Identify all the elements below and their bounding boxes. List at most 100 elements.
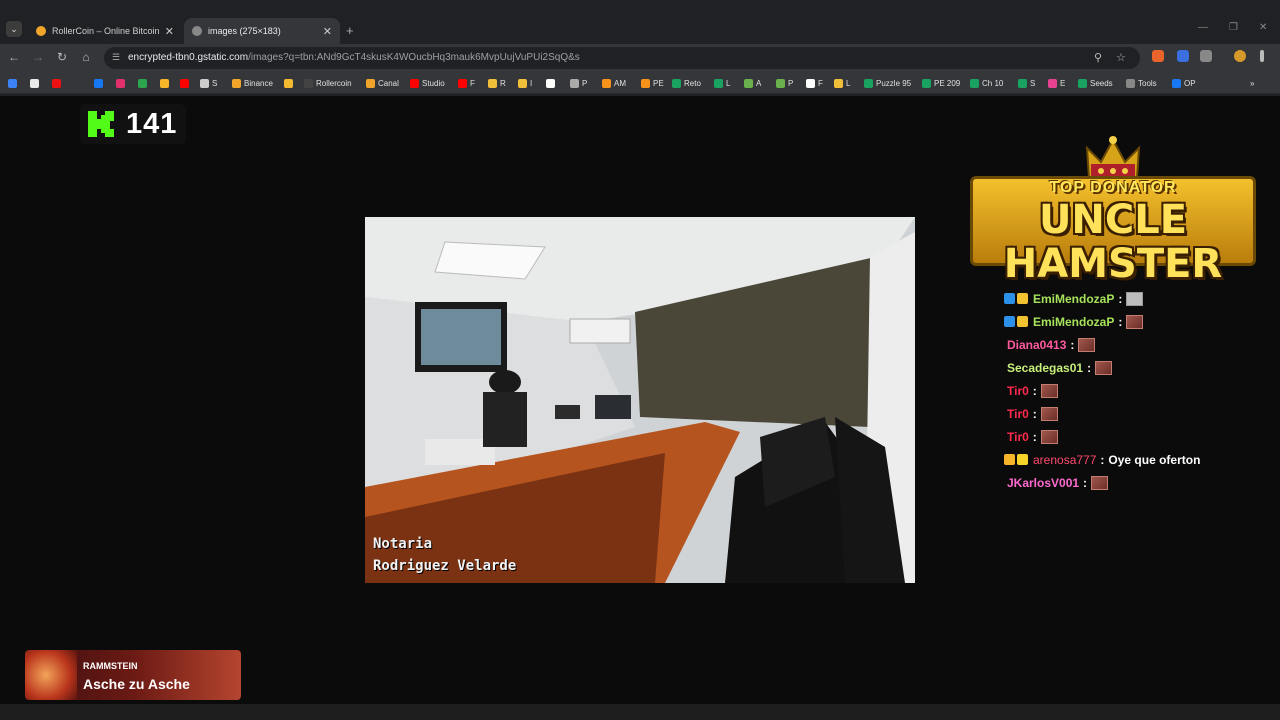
bookmark-favicon-icon [1048,78,1057,88]
bookmark-favicon-icon [410,78,419,88]
bookmark-favicon-icon [672,78,681,88]
bookmark-favicon-icon [138,78,147,88]
kick-logo-icon [86,109,116,139]
bookmark-item[interactable]: Canal [366,76,399,90]
home-icon[interactable]: ⌂ [78,50,94,64]
chat-username[interactable]: Tir0 [1007,384,1029,398]
bookmark-favicon-icon [30,78,39,88]
bookmark-item[interactable]: I [518,76,532,90]
bookmark-item[interactable] [52,76,64,90]
bookmark-item[interactable] [546,76,558,90]
bookmark-item[interactable]: R [488,76,506,90]
bookmark-item[interactable]: P [570,76,587,90]
bookmark-item[interactable]: P [776,76,793,90]
bookmark-item[interactable]: L [714,76,730,90]
chat-badge-icon [1017,316,1028,327]
bookmark-label: L [726,78,731,88]
chat-separator: : [1032,406,1037,421]
chat-username[interactable]: EmiMendozaP [1033,315,1114,329]
window-close-icon[interactable]: ✕ [1259,22,1267,33]
more-bookmarks-chevron-icon[interactable]: » [1250,76,1254,90]
bookmark-label: PE 209 [934,78,961,88]
chat-message: Secadegas01: [1004,356,1274,379]
address-bar[interactable]: ☰ encrypted-tbn0.gstatic.com/images?q=tb… [104,47,1140,69]
bookmark-favicon-icon [970,78,979,88]
bookmark-item[interactable] [284,76,296,90]
chat-message: Tir0: [1004,425,1274,448]
bookmark-favicon-icon [641,78,650,88]
bookmark-label: E [1060,78,1066,88]
office-photo-illustration [365,217,915,583]
bookmark-item[interactable]: Reto [672,76,701,90]
bookmark-item[interactable]: S [200,76,217,90]
chat-message: Tir0: [1004,402,1274,425]
bookmark-label: OP [1184,78,1196,88]
bookmark-star-icon[interactable]: ☆ [1116,51,1126,64]
bookmark-item[interactable] [116,76,128,90]
bookmark-item[interactable]: A [744,76,761,90]
bookmark-item[interactable] [30,76,42,90]
reload-icon[interactable]: ↻ [54,50,70,64]
bookmark-item[interactable]: Rollercoin [304,76,352,90]
bookmark-item[interactable]: F [806,76,823,90]
bookmark-item[interactable]: PE 209 [922,76,960,90]
tab-bar: ⌄ RollerCoin – Online Bitcoin Min ✕ imag… [0,16,1280,44]
bookmark-item[interactable]: PE [641,76,664,90]
bookmark-favicon-icon [1172,78,1181,88]
url-text[interactable]: encrypted-tbn0.gstatic.com/images?q=tbn:… [128,52,580,63]
address-toolbar: ← → ↻ ⌂ ☰ encrypted-tbn0.gstatic.com/ima… [0,44,1280,72]
chat-username[interactable]: arenosa777 [1033,453,1096,467]
bookmark-item[interactable]: OP [1172,76,1196,90]
bookmark-item[interactable]: AM [602,76,626,90]
bookmark-item[interactable]: Ch 10 [970,76,1003,90]
extensions-puzzle-icon[interactable] [1200,50,1212,62]
bookmark-item[interactable]: S [1018,76,1035,90]
extension-shield-icon[interactable] [1177,50,1189,62]
menu-dots-icon[interactable] [1260,50,1264,62]
top-donator-banner: TOP DONATOR UNCLE HAMSTER [970,134,1256,286]
chat-message: Diana0413: [1004,333,1274,356]
zoom-icon[interactable]: ⚲ [1094,51,1102,64]
bookmark-favicon-icon [602,78,611,88]
back-arrow-icon[interactable]: ← [6,50,22,64]
new-tab-plus-icon[interactable]: + [346,23,354,38]
forward-arrow-icon[interactable]: → [30,50,46,64]
tab-title: images (275×183) [208,26,281,36]
bookmark-favicon-icon [1078,78,1087,88]
tab-search-icon[interactable]: ⌄ [6,21,22,37]
bookmark-item[interactable] [94,76,106,90]
bookmark-item[interactable]: F [458,76,475,90]
extension-fox-icon[interactable] [1152,50,1164,62]
bookmark-item[interactable]: Binance [232,76,273,90]
bookmark-item[interactable] [160,76,172,90]
profile-avatar[interactable] [1234,50,1246,62]
bookmark-favicon-icon [116,78,125,88]
chat-separator: : [1100,452,1105,467]
bookmark-item[interactable]: Puzzle 95 [864,76,911,90]
close-icon[interactable]: ✕ [323,25,332,38]
restore-icon[interactable]: ❐ [1229,22,1238,33]
chat-username[interactable]: EmiMendozaP [1033,292,1114,306]
tab-images[interactable]: images (275×183) ✕ [184,18,340,44]
chat-username[interactable]: Tir0 [1007,407,1029,421]
site-info-icon[interactable]: ☰ [112,52,123,63]
chat-username[interactable]: Secadegas01 [1007,361,1083,375]
top-donator-label: TOP DONATOR [1049,179,1177,196]
bookmark-item[interactable]: Tools [1126,76,1157,90]
bookmark-label: Seeds [1090,78,1113,88]
chat-username[interactable]: JKarlosV001 [1007,476,1079,490]
bookmark-item[interactable]: Seeds [1078,76,1113,90]
chat-username[interactable]: Tir0 [1007,430,1029,444]
chat-emote-icon [1078,337,1096,352]
bookmark-item[interactable]: Studio [410,76,445,90]
bookmark-item[interactable] [180,76,192,90]
bookmark-item[interactable] [138,76,150,90]
chat-username[interactable]: Diana0413 [1007,338,1066,352]
minimize-icon[interactable]: — [1198,22,1208,33]
close-icon[interactable]: ✕ [165,25,174,38]
bookmark-item[interactable]: E [1048,76,1065,90]
bookmark-item[interactable]: L [834,76,850,90]
tab-rollercoin[interactable]: RollerCoin – Online Bitcoin Min ✕ [28,18,182,44]
chat-text: Oye que oferton [1108,452,1201,467]
bookmark-item[interactable] [8,76,20,90]
